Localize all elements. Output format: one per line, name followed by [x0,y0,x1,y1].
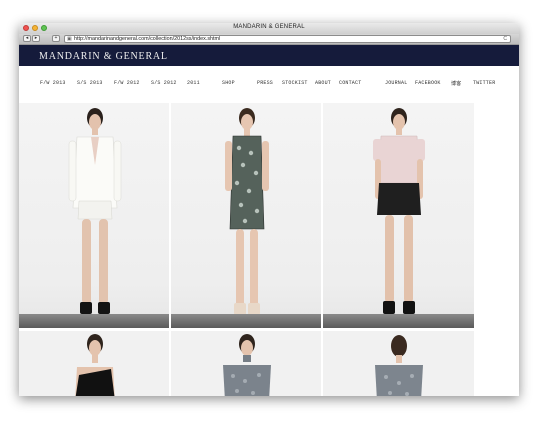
window-title: MANDARIN & GENERAL [233,24,305,30]
nav-facebook[interactable]: FACEBOOK [415,80,441,86]
model-figure [75,334,115,396]
nav-fw-2012[interactable]: F/W 2012 [114,80,140,86]
nav-twitter[interactable]: TWITTER [473,80,495,86]
nav-ss-2013[interactable]: S/S 2013 [77,80,103,86]
browser-toolbar: ◂ ▸ + ▣ http://mandarinandgeneral.com/co… [19,34,519,45]
floor [19,314,169,328]
nav-press[interactable]: PRESS [257,80,273,86]
model-figure [223,334,271,396]
browser-window: MANDARIN & GENERAL ◂ ▸ + ▣ http://mandar… [19,23,519,396]
floor [171,314,321,328]
model-figure [373,108,425,314]
nav-stockist[interactable]: STOCKIST [282,80,308,86]
collection-gallery [19,103,474,396]
photo-black-one-shoulder[interactable] [19,331,169,396]
floor [323,314,474,328]
photo-printed-dress[interactable] [171,103,321,328]
photo-grey-print-top[interactable] [171,331,321,396]
model-figure [225,108,269,315]
forward-button[interactable]: ▸ [32,35,40,42]
add-bookmark-button[interactable]: + [52,35,60,42]
nav-fw-2013[interactable]: F/W 2013 [40,80,66,86]
nav-blog[interactable]: 博客 [451,80,461,87]
nav-journal[interactable]: JOURNAL [385,80,407,86]
nav-shop[interactable]: SHOP [222,80,235,86]
reload-button[interactable]: C [503,36,507,42]
site-logo[interactable]: MANDARIN & GENERAL [39,51,168,62]
nav-2011[interactable]: 2011 [187,80,200,86]
site-header: MANDARIN & GENERAL [19,45,519,66]
nav-contact[interactable]: CONTACT [339,80,361,86]
site-nav: F/W 2013 S/S 2013 F/W 2012 S/S 2012 2011… [19,66,519,103]
nav-ss-2012[interactable]: S/S 2012 [151,80,177,86]
model-figure [375,335,423,396]
title-bar: MANDARIN & GENERAL [19,23,519,34]
photo-white-blazer[interactable] [19,103,169,328]
page-favicon-icon: ▣ [67,36,72,42]
model-figure [68,108,122,314]
back-button[interactable]: ◂ [23,35,31,42]
photo-grey-print-back[interactable] [323,331,474,396]
photo-pink-blouse[interactable] [323,103,474,328]
url-text: http://mandarinandgeneral.com/collection… [74,36,221,42]
nav-about[interactable]: ABOUT [315,80,331,86]
address-bar[interactable]: ▣ http://mandarinandgeneral.com/collecti… [64,35,511,43]
